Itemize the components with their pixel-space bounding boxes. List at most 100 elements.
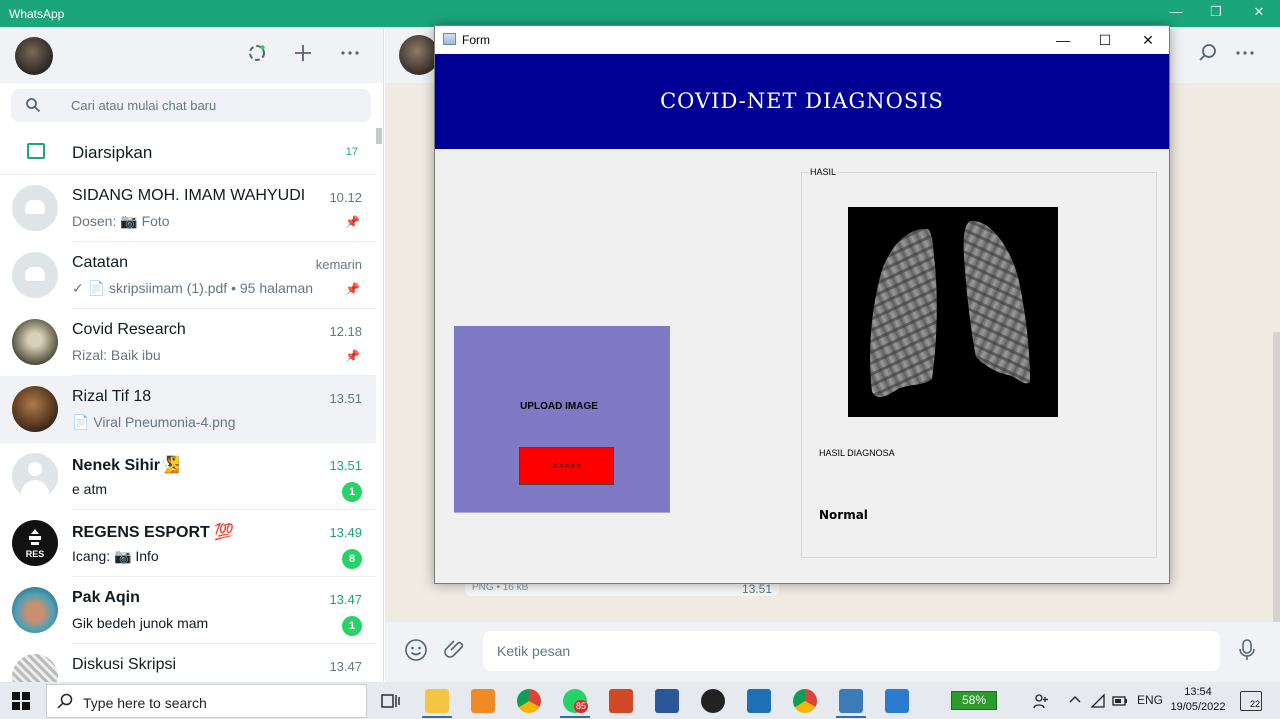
powerpoint-icon[interactable] [609,689,633,713]
chat-item[interactable]: Catatan kemarin ✓ 📄 skripsiimam (1).pdf … [0,242,376,309]
windows-start-icon[interactable] [12,692,30,710]
people-icon[interactable] [1033,693,1049,712]
language-indicator[interactable]: ENG [1137,693,1163,707]
form-window: Form — ☐ ✕ COVID-NET DIAGNOSIS UPLOAD IM… [434,25,1170,584]
chat-name: Catatan [72,254,129,271]
form-minimize-button[interactable]: — [1041,28,1085,52]
form-titlebar[interactable]: Form — ☐ ✕ [435,26,1169,54]
chat-item[interactable]: SIDANG MOH. IMAM WAHYUDI 10.12 Dosen: 📷 … [0,175,376,242]
minimize-button[interactable]: — [1162,4,1190,22]
chat-name: Nenek Sihir🧏 [72,457,180,474]
contact-avatar [12,386,58,432]
pin-icon: 📌 [345,349,360,363]
search-box [11,89,371,122]
form-close-button[interactable]: ✕ [1126,28,1170,52]
chat-time: 13.51 [329,458,362,473]
contact-avatar [12,319,58,365]
chat-preview: Gik bedeh junok mam [72,615,209,631]
microphone-icon[interactable] [1237,638,1257,668]
whatsapp-unread-badge: 85 [574,700,588,713]
taskbar-search-placeholder: Type here to search [83,695,207,711]
chrome-icon[interactable] [517,689,541,713]
chat-list-scrollbar[interactable] [376,128,382,144]
pin-icon: 📌 [345,215,360,229]
diagnosis-value: Normal [819,508,868,522]
chat-name: Rizal Tif 18 [72,388,152,405]
chrome-profile-icon[interactable] [793,689,817,713]
chat-item[interactable]: Nenek Sihir🧏 13.51 e atm 1 [0,443,376,510]
upload-panel: UPLOAD IMAGE >>>>> [454,326,670,513]
menu-icon[interactable] [339,43,361,65]
chat-name: Pak Aqin [72,589,140,606]
chat-item[interactable]: Covid Research 12.18 Rizal: Baik ibu 📌 [0,309,376,376]
compose-bar [385,622,1280,682]
file-explorer-icon[interactable] [425,689,449,713]
conversation-avatar[interactable] [399,35,439,75]
form-maximize-button[interactable]: ☐ [1083,28,1127,52]
search-bar [0,83,383,129]
res-logo-icon: RES [26,529,45,559]
my-avatar[interactable] [15,37,53,75]
group-avatar [12,185,58,231]
sublime-text-icon[interactable] [471,689,495,713]
maximize-button[interactable]: ❐ [1202,4,1230,22]
result-group: HASIL HASIL DIAGNOSA Normal [801,167,1157,558]
taskbar-search[interactable]: Type here to search [46,684,367,718]
attach-icon[interactable] [443,638,467,668]
menu-icon[interactable] [1235,43,1255,69]
chat-preview: e atm [72,481,108,497]
archived-row[interactable]: Diarsipkan 17 [0,129,376,175]
chat-item[interactable]: Diskusi Skripsi 13.47 [0,644,376,682]
notification-center-icon[interactable]: 22 [1240,691,1262,711]
chat-time: kemarin [315,257,362,272]
chevron-up-icon[interactable] [1068,693,1082,710]
battery-indicator[interactable]: 58% [951,691,997,710]
archived-count: 17 [345,146,358,158]
default-avatar [12,453,58,499]
search-input[interactable] [71,95,361,116]
search-icon [25,97,41,113]
battery-icon[interactable] [1112,693,1128,712]
chat-time: 10.12 [329,190,362,205]
search-icon[interactable] [1198,43,1218,69]
xray-image [848,207,1058,417]
new-chat-icon[interactable] [292,43,314,65]
word-icon[interactable] [655,689,679,713]
clock-date: 19/05/2022 [1170,701,1226,713]
close-button[interactable]: ✕ [1245,4,1273,22]
unread-badge: 1 [342,482,362,502]
wifi-icon[interactable] [1090,693,1106,712]
group-avatar [12,252,58,298]
status-icon[interactable] [246,43,268,65]
svg-text:RES: RES [26,549,45,559]
chat-item[interactable]: RES REGENS ESPORT 💯 13.49 Icang: 📷 Info … [0,510,376,577]
chat-item[interactable]: Pak Aqin 13.47 Gik bedeh junok mam 1 [0,577,376,644]
upload-label: UPLOAD IMAGE [520,401,598,412]
clock[interactable]: 13:54 19/05/2022 [1170,685,1226,715]
banner-title: COVID-NET DIAGNOSIS [660,89,944,113]
chat-preview: Icang: 📷 Info [72,548,159,564]
whatsapp-titlebar: WhatsApp — ❐ ✕ [0,0,1280,27]
chat-name: REGENS ESPORT 💯 [72,524,235,541]
chat-name: Covid Research [72,321,186,338]
obs-icon[interactable] [701,689,725,713]
chat-item-selected[interactable]: Rizal Tif 18 13.51 📄 Viral Pneumonia-4.p… [0,376,376,443]
contact-avatar: RES [12,520,58,566]
contact-avatar [12,587,58,633]
emoji-icon[interactable] [404,638,428,668]
task-view-icon[interactable] [379,689,403,713]
chat-preview: 📄 Viral Pneumonia-4.png [72,414,236,430]
chat-preview: Dosen: 📷 Foto [72,213,170,229]
active-indicator [560,716,590,718]
form-title: Form [462,33,490,47]
media-player-icon[interactable] [747,689,771,713]
chat-preview: Rizal: Baik ibu [72,347,161,363]
chat-name: Diskusi Skripsi [72,656,177,673]
photos-icon[interactable] [885,689,909,713]
upload-button[interactable]: >>>>> [519,447,614,485]
active-indicator [836,716,866,718]
form-banner: COVID-NET DIAGNOSIS [435,54,1169,149]
diagnosis-label: HASIL DIAGNOSA [819,448,895,458]
python-icon[interactable] [839,689,863,713]
message-input[interactable] [483,631,1220,671]
